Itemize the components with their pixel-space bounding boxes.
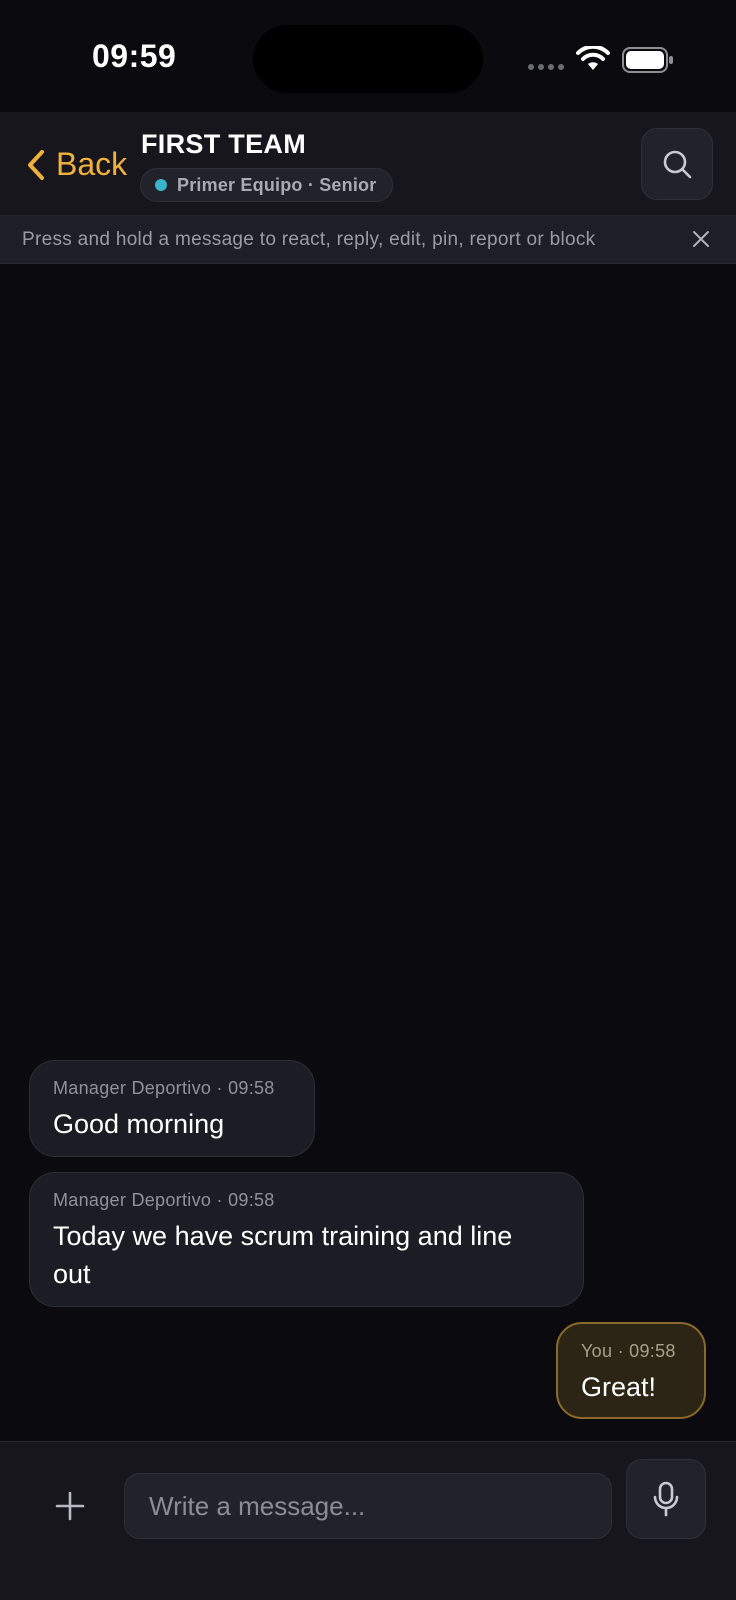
- back-button[interactable]: Back: [26, 146, 127, 183]
- search-icon: [663, 150, 692, 179]
- chat-screen: 09:59 Back FIRST TEAM Primer Equipo · Se…: [0, 0, 736, 1600]
- microphone-button[interactable]: [626, 1459, 706, 1539]
- back-label: Back: [56, 146, 128, 182]
- message-text: Good morning: [53, 1109, 225, 1139]
- message-meta: You · 09:58: [581, 1341, 676, 1361]
- dynamic-island: [253, 25, 483, 93]
- add-attachment-button[interactable]: [50, 1486, 90, 1526]
- wifi-icon: [576, 46, 610, 70]
- team-label: Primer Equipo · Senior: [177, 174, 377, 195]
- plus-icon: [55, 1491, 85, 1521]
- message-meta: Manager Deportivo · 09:58: [53, 1190, 275, 1210]
- message-text: Today we have scrum training and line ou…: [53, 1221, 513, 1289]
- message-composer: [0, 1441, 736, 1600]
- chat-title: FIRST TEAM: [141, 129, 306, 159]
- cellular-signal-icon: [528, 64, 564, 70]
- battery-icon: [622, 47, 673, 73]
- status-bar: 09:59: [0, 0, 736, 112]
- hint-close-button[interactable]: [688, 226, 714, 252]
- microphone-icon: [653, 1481, 679, 1517]
- chevron-left-icon: [28, 149, 44, 180]
- team-badge: Primer Equipo · Senior: [140, 168, 394, 202]
- hint-banner: Press and hold a message to react, reply…: [0, 216, 736, 264]
- message-input[interactable]: [124, 1473, 612, 1539]
- team-status-dot: [155, 179, 167, 191]
- message-text: Great!: [581, 1372, 657, 1402]
- status-time: 09:59: [92, 38, 177, 74]
- hint-text: Press and hold a message to react, reply…: [22, 229, 596, 250]
- chat-header: Back FIRST TEAM Primer Equipo · Senior: [0, 112, 736, 216]
- close-icon: [693, 231, 709, 247]
- search-button[interactable]: [641, 128, 713, 200]
- message-meta: Manager Deportivo · 09:58: [53, 1078, 275, 1098]
- message-bubble[interactable]: Manager Deportivo · 09:58 Today we have …: [29, 1172, 584, 1307]
- own-message-bubble[interactable]: You · 09:58 Great!: [556, 1322, 706, 1419]
- message-bubble[interactable]: Manager Deportivo · 09:58 Good morning: [29, 1060, 315, 1157]
